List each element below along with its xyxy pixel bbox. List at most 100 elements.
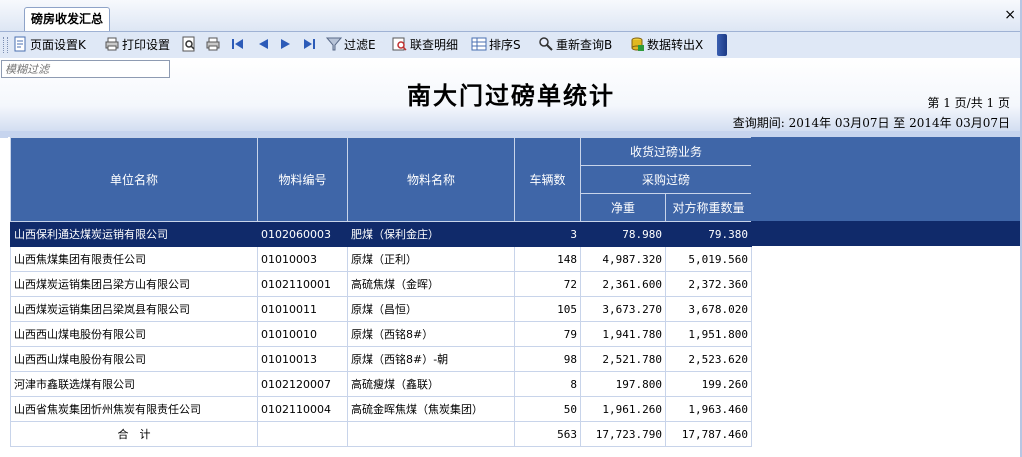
cell-material-name: 高硫瘦煤（鑫联） — [347, 371, 515, 397]
print-setup-button[interactable]: 打印设置 — [104, 35, 170, 55]
tab-weighbridge-summary[interactable]: 磅房收发汇总 — [24, 7, 110, 31]
cell-material-name: 肥煤（保利金庄） — [347, 221, 515, 247]
cell-net-weight: 4,987.320 — [580, 246, 666, 272]
cell-net-weight: 3,673.270 — [580, 296, 666, 322]
filter-button[interactable]: 过滤E — [326, 35, 376, 55]
cell-vehicle-count: 105 — [514, 296, 581, 322]
table-row[interactable]: 山西西山煤电股份有限公司 01010013 原煤（西铭8#）-朝 98 2,52… — [10, 346, 752, 372]
table-row[interactable]: 山西煤炭运销集团吕梁方山有限公司 0102110001 高硫焦煤（金晖） 72 … — [10, 271, 752, 297]
cell-vehicle-count: 98 — [514, 346, 581, 372]
cell-material-code: 01010013 — [257, 346, 348, 372]
cell-material-code: 0102110004 — [257, 396, 348, 422]
cell-counterparty-weight: 199.260 — [665, 371, 752, 397]
column-header-vehicle-count[interactable]: 车辆数 — [514, 137, 581, 222]
page-setup-button[interactable]: 页面设置K — [12, 35, 86, 55]
cell-unit-name: 山西焦煤集团有限责任公司 — [10, 246, 258, 272]
funnel-icon — [326, 37, 342, 51]
cell-material-name: 高硫金晖焦煤（焦炭集团） — [347, 396, 515, 422]
cell-unit-name: 山西西山煤电股份有限公司 — [10, 321, 258, 347]
cell-counterparty-weight: 2,372.360 — [665, 271, 752, 297]
cell-counterparty-weight: 3,678.020 — [665, 296, 752, 322]
printer-settings-icon — [105, 37, 119, 51]
page-setup-icon — [14, 36, 26, 52]
cell-net-weight: 2,361.600 — [580, 271, 666, 297]
requery-label: 重新查询B — [556, 38, 613, 52]
database-export-icon — [631, 37, 644, 51]
cell-vehicle-count: 148 — [514, 246, 581, 272]
cell-counterparty-weight: 2,523.620 — [665, 346, 752, 372]
cell-net-weight: 78.980 — [580, 221, 666, 247]
total-vehicle-count: 563 — [514, 421, 581, 447]
cell-material-code: 0102120007 — [257, 371, 348, 397]
filter-label: 过滤E — [344, 38, 376, 52]
selected-row-extension — [751, 221, 1022, 246]
cell-material-name: 高硫焦煤（金晖） — [347, 271, 515, 297]
toolbar-overflow[interactable] — [717, 34, 727, 56]
cell-vehicle-count: 79 — [514, 321, 581, 347]
report-title: 南大门过磅单统计 — [407, 81, 615, 110]
export-button[interactable]: 数据转出X — [629, 35, 703, 55]
cell-net-weight: 1,961.260 — [580, 396, 666, 422]
toolbar: 页面设置K 打印设置 过滤E 联查明细 排序S 重新查询B 数据转出X — [0, 32, 1022, 58]
cell-unit-name: 河津市鑫联选煤有限公司 — [10, 371, 258, 397]
total-net-weight: 17,723.790 — [580, 421, 666, 447]
table-row[interactable]: 山西保利通达煤炭运销有限公司 0102060003 肥煤（保利金庄） 3 78.… — [10, 221, 752, 247]
cell-counterparty-weight: 1,951.800 — [665, 321, 752, 347]
last-page-icon[interactable] — [301, 36, 317, 52]
close-icon[interactable]: × — [1004, 8, 1016, 22]
cell-vehicle-count: 3 — [514, 221, 581, 247]
table-row[interactable]: 山西省焦炭集团忻州焦炭有限责任公司 0102110004 高硫金晖焦煤（焦炭集团… — [10, 396, 752, 422]
first-page-icon[interactable] — [230, 36, 246, 52]
cell-material-code: 01010003 — [257, 246, 348, 272]
cell-vehicle-count: 72 — [514, 271, 581, 297]
column-header-counterparty-weight[interactable]: 对方称重数量 — [665, 193, 752, 222]
cell-unit-name: 山西西山煤电股份有限公司 — [10, 346, 258, 372]
total-label: 合 计 — [10, 421, 258, 447]
column-group-receiving-weighing: 收货过磅业务 — [580, 137, 752, 166]
cell-vehicle-count: 50 — [514, 396, 581, 422]
summary-table: 单位名称 物料编号 物料名称 车辆数 收货过磅业务 采购过磅 净重 对方称重数量… — [10, 137, 752, 447]
cell-material-code: 0102060003 — [257, 221, 348, 247]
print-setup-label: 打印设置 — [122, 38, 171, 52]
total-row[interactable]: 合 计 563 17,723.790 17,787.460 — [10, 421, 752, 447]
join-detail-label: 联查明细 — [410, 38, 459, 52]
cell-unit-name: 山西煤炭运销集团吕梁岚县有限公司 — [10, 296, 258, 322]
total-empty-cell — [257, 421, 348, 447]
cell-unit-name: 山西煤炭运销集团吕梁方山有限公司 — [10, 271, 258, 297]
cell-counterparty-weight: 79.380 — [665, 221, 752, 247]
query-period: 查询期间: 2014年 03月07日 至 2014年 03月07日 — [732, 116, 1010, 130]
cell-counterparty-weight: 1,963.460 — [665, 396, 752, 422]
column-header-unit-name[interactable]: 单位名称 — [10, 137, 258, 222]
cell-vehicle-count: 8 — [514, 371, 581, 397]
sort-button[interactable]: 排序S — [471, 35, 521, 55]
table-row[interactable]: 河津市鑫联选煤有限公司 0102120007 高硫瘦煤（鑫联） 8 197.80… — [10, 371, 752, 397]
cell-net-weight: 197.800 — [580, 371, 666, 397]
cell-material-name: 原煤（西铭8#）-朝 — [347, 346, 515, 372]
cell-material-code: 01010011 — [257, 296, 348, 322]
join-detail-button[interactable]: 联查明细 — [392, 35, 458, 55]
grid-header-extension — [751, 137, 1022, 221]
cell-material-name: 原煤（昌恒） — [347, 296, 515, 322]
cell-net-weight: 2,521.780 — [580, 346, 666, 372]
table-row[interactable]: 山西西山煤电股份有限公司 01010010 原煤（西铭8#） 79 1,941.… — [10, 321, 752, 347]
sort-label: 排序S — [489, 38, 521, 52]
table-row[interactable]: 山西煤炭运销集团吕梁岚县有限公司 01010011 原煤（昌恒） 105 3,6… — [10, 296, 752, 322]
column-header-material-name[interactable]: 物料名称 — [347, 137, 515, 222]
column-group-purchase-weighing: 采购过磅 — [580, 165, 752, 194]
sort-icon — [471, 37, 487, 51]
table-row[interactable]: 山西焦煤集团有限责任公司 01010003 原煤（正利） 148 4,987.3… — [10, 246, 752, 272]
cell-material-code: 0102110001 — [257, 271, 348, 297]
column-header-material-code[interactable]: 物料编号 — [257, 137, 348, 222]
requery-button[interactable]: 重新查询B — [538, 35, 612, 55]
total-counterparty-weight: 17,787.460 — [665, 421, 752, 447]
print-icon[interactable] — [205, 36, 221, 52]
print-preview-icon[interactable] — [181, 36, 197, 52]
cell-material-code: 01010010 — [257, 321, 348, 347]
page-info: 第 1 页/共 1 页 — [927, 96, 1010, 110]
previous-page-icon[interactable] — [255, 36, 271, 52]
toolbar-grip[interactable] — [3, 37, 8, 53]
cell-material-name: 原煤（西铭8#） — [347, 321, 515, 347]
column-header-net-weight[interactable]: 净重 — [580, 193, 666, 222]
next-page-icon[interactable] — [278, 36, 294, 52]
cell-material-name: 原煤（正利） — [347, 246, 515, 272]
